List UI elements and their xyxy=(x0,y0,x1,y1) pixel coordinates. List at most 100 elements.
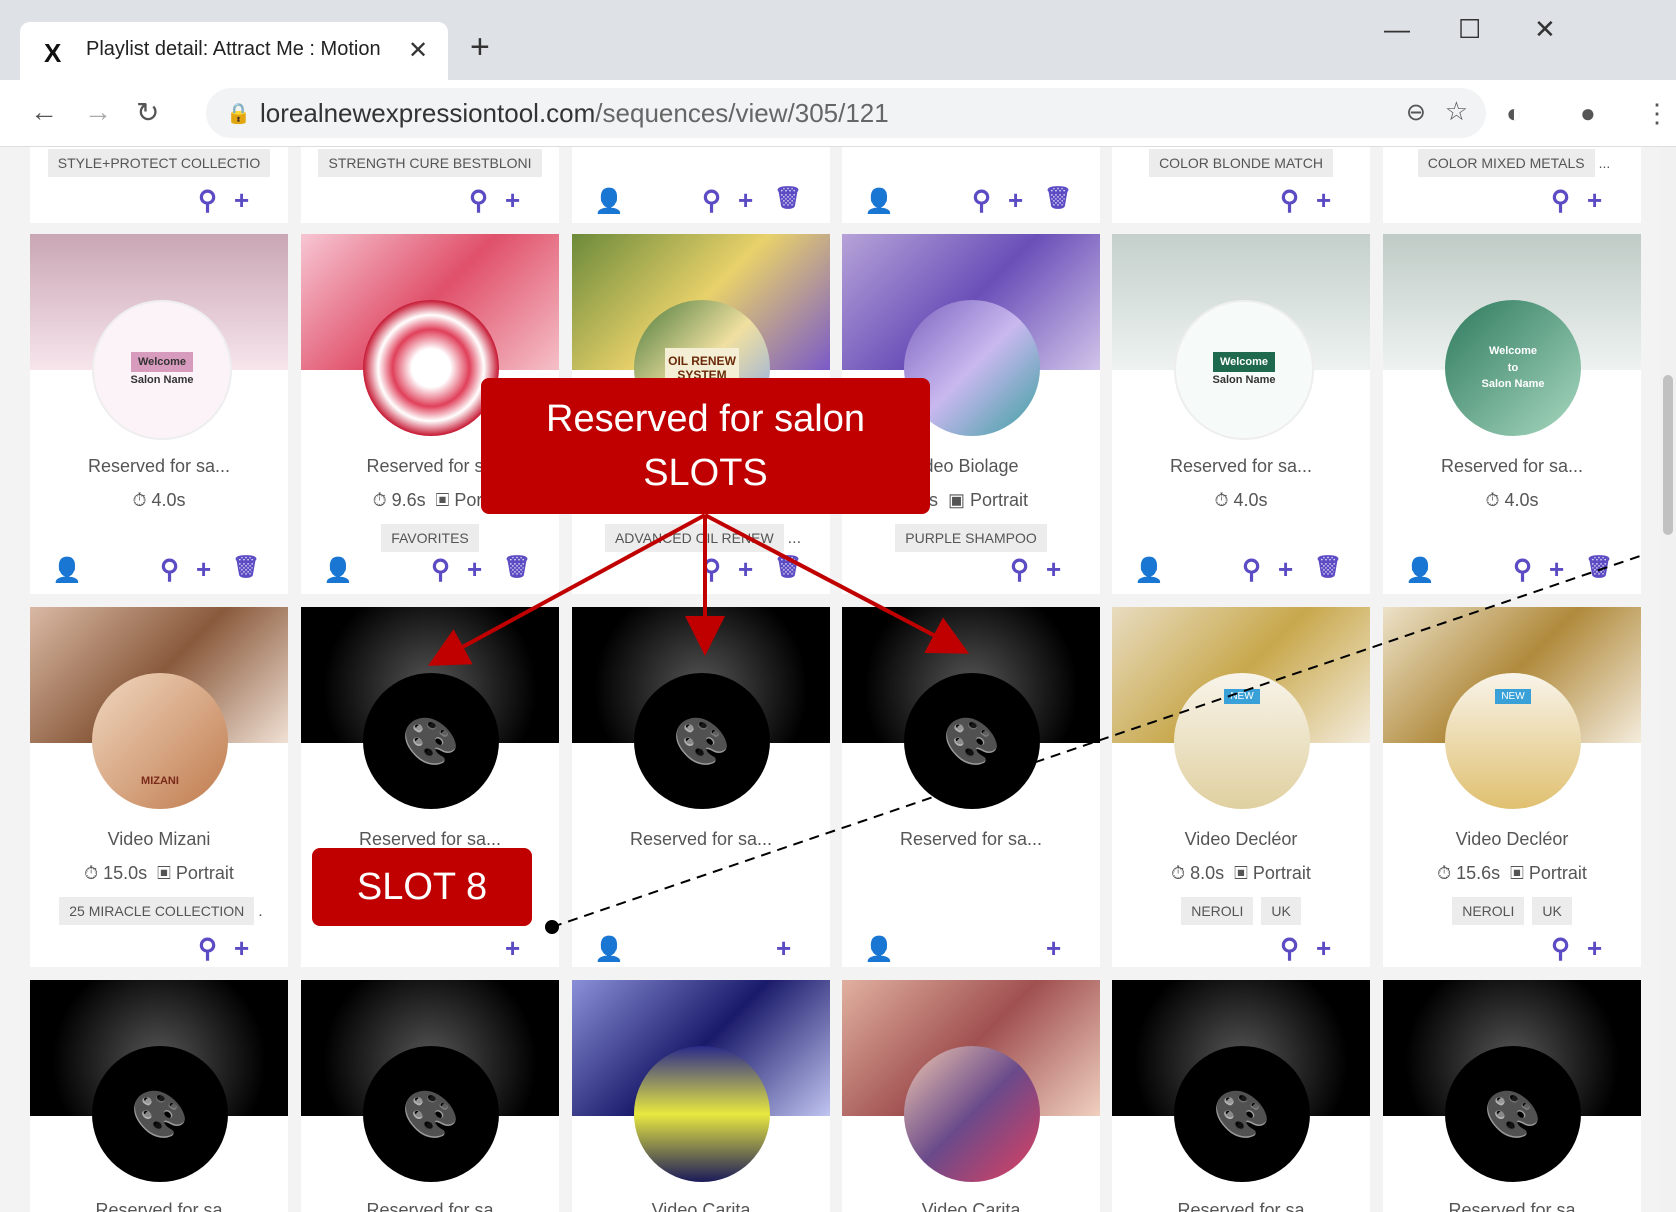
add-icon[interactable]: + xyxy=(234,933,249,964)
playlist-card[interactable]: Video Carita xyxy=(572,980,830,1212)
back-arrow-icon[interactable]: ← xyxy=(30,96,58,128)
playlist-card[interactable]: 👤 ⚲ + 🗑 xyxy=(842,147,1100,223)
assigned-user-icon[interactable]: 👤 xyxy=(1405,556,1435,585)
preview-search-icon[interactable]: ⚲ xyxy=(702,185,721,216)
playlist-card[interactable]: STYLE+PROTECT COLLECTIO ⚲ + xyxy=(30,147,288,223)
card-tag[interactable]: COLOR BLONDE MATCH xyxy=(1149,149,1333,177)
playlist-card[interactable]: Welcome Salon Name Reserved for sa... ⏱ 4… xyxy=(1112,234,1370,594)
preview-search-icon[interactable]: ⚲ xyxy=(1010,554,1029,585)
trash-icon[interactable]: 🗑 xyxy=(774,554,802,580)
zoom-icon[interactable]: ⊖ xyxy=(1406,98,1426,127)
playlist-card[interactable]: STRENGTH CURE BESTBLONI ⚲ + xyxy=(301,147,559,223)
preview-search-icon[interactable]: ⚲ xyxy=(198,185,217,216)
playlist-card[interactable]: Welcome to Salon Name Reserved for sa... ⏱… xyxy=(1383,234,1641,594)
assigned-user-icon[interactable]: 👤 xyxy=(864,187,894,216)
assigned-user-icon[interactable]: 👤 xyxy=(1134,556,1164,585)
add-icon[interactable]: + xyxy=(1587,185,1602,216)
window-close-button[interactable]: ✕ xyxy=(1534,14,1556,45)
card-tag[interactable]: FAVORITES xyxy=(381,524,479,552)
address-bar[interactable]: 🔒 lorealnewexpressiontool.com/sequences/… xyxy=(206,88,1486,138)
unassigned-user-icon[interactable]: 👤 xyxy=(594,935,624,964)
more-tags[interactable]: ... xyxy=(1599,155,1611,171)
scrollbar-thumb[interactable] xyxy=(1663,375,1673,535)
forward-arrow-icon[interactable]: → xyxy=(84,96,112,128)
reload-icon[interactable]: ↻ xyxy=(136,96,159,129)
playlist-card[interactable]: Video Carita xyxy=(842,980,1100,1212)
add-icon[interactable]: + xyxy=(505,933,520,964)
add-icon[interactable]: + xyxy=(1008,185,1023,216)
playlist-card[interactable]: MIZANI Video Mizani ⏱ 15.0s ▣ Portrait 2… xyxy=(30,607,288,967)
reserved-slot-card[interactable]: 🎨 Reserved for sa xyxy=(301,980,559,1212)
add-icon[interactable]: + xyxy=(1278,554,1293,585)
new-tab-button[interactable]: + xyxy=(470,28,490,67)
card-tag[interactable]: UK xyxy=(1532,897,1572,925)
extension-icon[interactable]: ◐ xyxy=(1506,98,1522,129)
preview-search-icon[interactable]: ⚲ xyxy=(1280,933,1299,964)
add-icon[interactable]: + xyxy=(1549,554,1564,585)
card-tag[interactable]: ADVANCED OIL RENEW xyxy=(604,524,784,552)
browser-menu-icon[interactable]: ⋮ xyxy=(1644,98,1670,129)
assigned-user-icon[interactable]: 👤 xyxy=(323,556,353,585)
more-tags[interactable]: . xyxy=(258,903,262,920)
preview-search-icon[interactable]: ⚲ xyxy=(1551,185,1570,216)
add-icon[interactable]: + xyxy=(1316,933,1331,964)
trash-icon[interactable]: 🗑 xyxy=(232,554,260,580)
tab-close-icon[interactable]: ✕ xyxy=(408,36,428,65)
preview-search-icon[interactable]: ⚲ xyxy=(1551,933,1570,964)
preview-search-icon[interactable]: ⚲ xyxy=(1513,554,1532,585)
trash-icon[interactable]: 🗑 xyxy=(1585,554,1613,580)
maximize-button[interactable]: ☐ xyxy=(1458,14,1481,45)
playlist-card[interactable]: COLOR BLONDE MATCH ⚲ + xyxy=(1112,147,1370,223)
preview-search-icon[interactable]: ⚲ xyxy=(1242,554,1261,585)
unassigned-user-icon[interactable]: 👤 xyxy=(864,935,894,964)
playlist-card[interactable]: 👤 ⚲ + 🗑 xyxy=(572,147,830,223)
card-tag[interactable]: 25 MIRACLE COLLECTION xyxy=(59,897,255,925)
add-icon[interactable]: + xyxy=(1316,185,1331,216)
playlist-card[interactable]: NEW Video Decléor ⏱ 15.6s ▣ Portrait NER… xyxy=(1383,607,1641,967)
playlist-card[interactable]: Welcome Salon Name Reserved for sa... ⏱ 4… xyxy=(30,234,288,594)
add-icon[interactable]: + xyxy=(505,185,520,216)
card-tag[interactable]: UK xyxy=(1261,897,1301,925)
reserved-slot-card[interactable]: 🎨 Reserved for sa xyxy=(30,980,288,1212)
reserved-slot-card[interactable]: 🎨 Reserved for sa xyxy=(1383,980,1641,1212)
add-icon[interactable]: + xyxy=(467,554,482,585)
add-icon[interactable]: + xyxy=(738,554,753,585)
card-tag[interactable]: NEROLI xyxy=(1181,897,1254,925)
reserved-slot-card[interactable]: 🎨 Reserved for sa... 👤 + xyxy=(842,607,1100,967)
add-icon[interactable]: + xyxy=(1046,933,1061,964)
card-tag[interactable]: PURPLE SHAMPOO xyxy=(895,524,1047,552)
add-icon[interactable]: + xyxy=(776,933,791,964)
add-icon[interactable]: + xyxy=(196,554,211,585)
vertical-scrollbar[interactable] xyxy=(1660,147,1676,1212)
minimize-button[interactable]: — xyxy=(1384,14,1410,45)
browser-tab[interactable]: X Playlist detail: Attract Me : Motion ✕ xyxy=(20,22,448,80)
profile-avatar-icon[interactable]: ● xyxy=(1580,98,1596,129)
trash-icon[interactable]: 🗑 xyxy=(774,185,802,211)
trash-icon[interactable]: 🗑 xyxy=(1044,185,1072,211)
preview-search-icon[interactable]: ⚲ xyxy=(431,554,450,585)
bookmark-star-icon[interactable]: ☆ xyxy=(1445,96,1468,127)
preview-search-icon[interactable]: ⚲ xyxy=(160,554,179,585)
assigned-user-icon[interactable]: 👤 xyxy=(52,556,82,585)
preview-search-icon[interactable]: ⚲ xyxy=(702,554,721,585)
more-tags[interactable]: ... xyxy=(788,530,801,547)
reserved-slot-card[interactable]: 🎨 Reserved for sa... 👤 + xyxy=(572,607,830,967)
reserved-slot-card[interactable]: 🎨 Reserved for sa xyxy=(1112,980,1370,1212)
playlist-card[interactable]: COLOR MIXED METALS... ⚲ + xyxy=(1383,147,1641,223)
preview-search-icon[interactable]: ⚲ xyxy=(198,933,217,964)
card-tag[interactable]: COLOR MIXED METALS xyxy=(1417,149,1595,177)
card-tag[interactable]: NEROLI xyxy=(1452,897,1525,925)
preview-search-icon[interactable]: ⚲ xyxy=(469,185,488,216)
trash-icon[interactable]: 🗑 xyxy=(503,554,531,580)
preview-search-icon[interactable]: ⚲ xyxy=(972,185,991,216)
assigned-user-icon[interactable]: 👤 xyxy=(594,187,624,216)
add-icon[interactable]: + xyxy=(1046,554,1061,585)
add-icon[interactable]: + xyxy=(1587,933,1602,964)
card-tag[interactable]: STRENGTH CURE BESTBLONI xyxy=(318,149,542,177)
add-icon[interactable]: + xyxy=(738,185,753,216)
playlist-card[interactable]: NEW Video Decléor ⏱ 8.0s ▣ Portrait NERO… xyxy=(1112,607,1370,967)
card-tag[interactable]: STYLE+PROTECT COLLECTIO xyxy=(47,149,271,177)
preview-search-icon[interactable]: ⚲ xyxy=(1280,185,1299,216)
trash-icon[interactable]: 🗑 xyxy=(1314,554,1342,580)
add-icon[interactable]: + xyxy=(234,185,249,216)
